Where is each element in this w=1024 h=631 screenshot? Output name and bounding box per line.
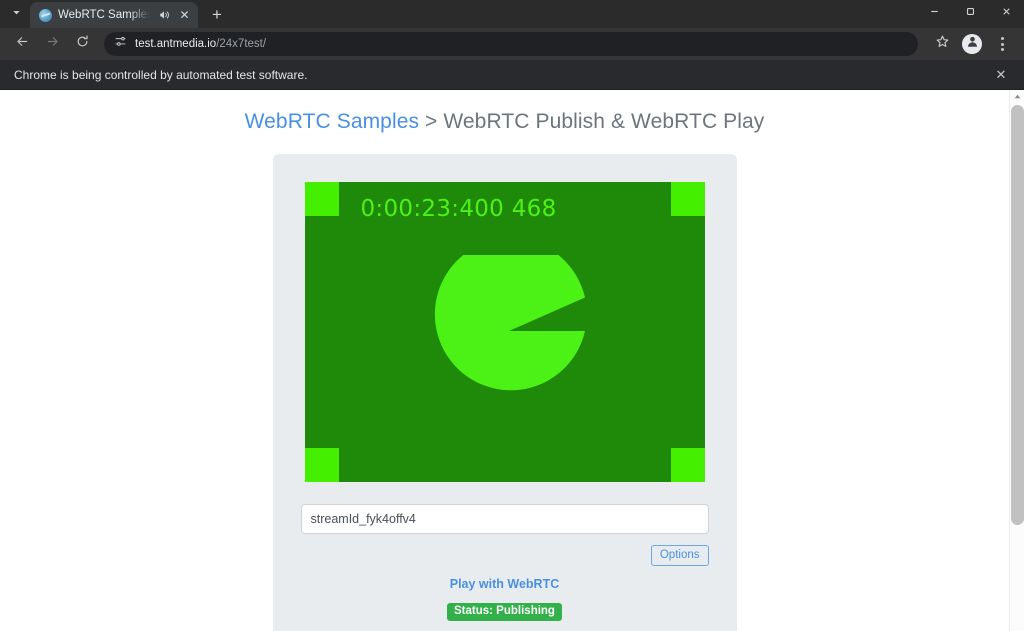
page-scrollbar[interactable] [1009, 90, 1024, 631]
options-button[interactable]: Options [650, 545, 709, 566]
minimize-icon [928, 5, 941, 23]
tab-title: WebRTC Samples > Pu [58, 9, 150, 21]
kebab-menu-icon [991, 37, 1013, 51]
close-icon [1000, 5, 1013, 23]
reload-button[interactable] [68, 30, 96, 58]
page-content: WebRTC Samples > WebRTC Publish & WebRTC… [0, 90, 1009, 631]
page-viewport: WebRTC Samples > WebRTC Publish & WebRTC… [0, 90, 1024, 631]
new-tab-button[interactable]: + [204, 1, 230, 27]
url-host: test.antmedia.io [135, 38, 217, 50]
scrollbar-up-button[interactable] [1010, 90, 1024, 104]
arrow-right-icon [45, 34, 60, 54]
stream-id-input[interactable]: streamId_fyk4offv4 [300, 504, 709, 534]
bookmark-button[interactable] [928, 30, 956, 58]
scrollbar-thumb[interactable] [1011, 105, 1024, 525]
page-title: WebRTC Samples > WebRTC Publish & WebRTC… [0, 90, 1009, 134]
page-title-rest: WebRTC Publish & WebRTC Play [443, 110, 765, 133]
address-bar[interactable]: test.antmedia.io/24x7test/ [104, 32, 918, 56]
browser-window: WebRTC Samples > Pu ✕ + [0, 0, 1024, 631]
stream-id-input-value: streamId_fyk4offv4 [310, 512, 416, 526]
reload-icon [75, 34, 90, 54]
arrow-left-icon [15, 34, 30, 54]
caret-up-icon [1013, 90, 1022, 106]
tab-strip: WebRTC Samples > Pu ✕ + [0, 0, 1024, 28]
automation-infobar-close-button[interactable]: ✕ [992, 67, 1010, 83]
tab-close-button[interactable]: ✕ [177, 8, 192, 23]
status-badge: Status: Publishing [447, 602, 562, 622]
plus-icon: + [212, 4, 222, 24]
profile-button[interactable] [962, 34, 982, 54]
pacman-wedge-icon [434, 255, 585, 391]
chevron-down-icon [11, 5, 22, 23]
address-bar-url: test.antmedia.io/24x7test/ [135, 38, 266, 50]
back-button[interactable] [8, 30, 36, 58]
breadcrumb-link-webrtc-samples[interactable]: WebRTC Samples [245, 110, 420, 133]
video-corner-marker-bottom-right [670, 448, 705, 482]
tab-search-button[interactable] [2, 3, 30, 25]
window-minimize-button[interactable] [916, 0, 952, 28]
window-maximize-button[interactable] [952, 0, 988, 28]
video-corner-marker-top-right [670, 182, 705, 216]
automation-infobar: Chrome is being controlled by automated … [0, 60, 1024, 90]
browser-tab-active[interactable]: WebRTC Samples > Pu ✕ [30, 2, 198, 28]
status-row: Status: Publishing [301, 601, 709, 622]
star-icon [935, 34, 950, 54]
maximize-icon [964, 5, 977, 23]
speaker-playing-icon[interactable] [156, 8, 171, 23]
video-player[interactable]: 0:00:23:400 468 [304, 182, 705, 482]
person-avatar-icon [966, 35, 979, 53]
globe-icon [39, 8, 52, 22]
video-corner-marker-top-left [304, 182, 339, 216]
browser-menu-button[interactable] [988, 30, 1016, 58]
toolbar-right-actions [928, 30, 1016, 58]
video-corner-marker-bottom-left [304, 448, 339, 482]
automation-infobar-message: Chrome is being controlled by automated … [14, 67, 308, 82]
publish-card: 0:00:23:400 468 streamId_fyk4offv4 Optio… [272, 154, 737, 631]
video-timer-overlay: 0:00:23:400 468 [360, 196, 557, 222]
play-with-webrtc-link[interactable]: Play with WebRTC [301, 577, 709, 591]
window-close-button[interactable] [988, 0, 1024, 28]
window-controls [916, 0, 1024, 28]
url-path: /24x7test/ [216, 38, 267, 50]
options-row: Options [301, 545, 709, 566]
tune-sliders-icon[interactable] [114, 35, 127, 53]
forward-button[interactable] [38, 30, 66, 58]
browser-toolbar: test.antmedia.io/24x7test/ [0, 28, 1024, 60]
breadcrumb-separator: > [419, 110, 444, 133]
